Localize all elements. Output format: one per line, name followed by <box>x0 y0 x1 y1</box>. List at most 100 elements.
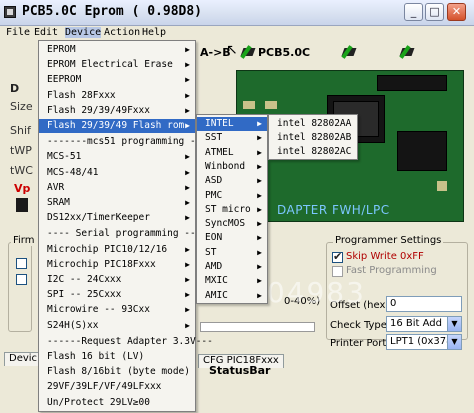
manufacturer-item-label: AMD <box>205 261 223 272</box>
menu-file[interactable]: File <box>6 27 30 38</box>
submenu-arrow-icon: ▶ <box>185 182 190 192</box>
device-menu-item-label: SPI -- 25Cxxx <box>47 289 122 301</box>
pcb-pad <box>243 101 255 109</box>
chip-item-label: intel 82802AC <box>277 146 352 157</box>
pcb-version-label: PCB5.0C <box>258 46 311 59</box>
skip-write-checkbox[interactable] <box>332 250 343 263</box>
device-menu-item[interactable]: Flash 29/39/49 Flash rom ▶ <box>39 119 195 133</box>
device-menu-item[interactable]: Flash 29/39/49Fxxx ▶ <box>39 104 195 118</box>
device-menu-item[interactable]: S24H(S)xx ▶ <box>39 319 195 333</box>
pcb-connector-top <box>377 75 447 91</box>
chip-item[interactable]: intel 82802AC <box>269 145 357 159</box>
device-menu-item-label: MCS-51 <box>47 151 82 163</box>
device-menu-item[interactable]: Flash 16 bit (LV) <box>39 350 195 364</box>
submenu-arrow-icon: ▶ <box>185 90 190 100</box>
submenu-arrow-icon: ▶ <box>185 244 190 254</box>
chip-item-label: intel 82802AB <box>277 132 352 143</box>
check-type-select[interactable]: 16 Bit Add ▼ <box>386 316 462 332</box>
device-menu-item[interactable]: ---- Serial programming ---- <box>39 227 207 241</box>
offset-input[interactable]: 0 <box>386 296 462 312</box>
maximize-button[interactable]: □ <box>425 3 444 21</box>
chip-item[interactable]: intel 82802AA <box>269 117 357 131</box>
submenu-arrow-icon: ▶ <box>185 60 190 70</box>
chip-item[interactable]: intel 82802AB <box>269 131 357 145</box>
manufacturer-item[interactable]: ASD ▶ <box>197 174 267 188</box>
submenu-arrow-icon: ▶ <box>185 290 190 300</box>
firmware-group: Firm <box>8 235 37 332</box>
device-menu-item[interactable]: MCS-51 ▶ <box>39 150 195 164</box>
program-icon[interactable] <box>342 45 356 59</box>
device-menu-item[interactable]: SRAM ▶ <box>39 196 195 210</box>
device-menu-item[interactable]: Flash 8/16bit (byte mode) <box>39 365 195 379</box>
device-menu-item[interactable]: EPROM ▶ <box>39 43 195 57</box>
menu-device[interactable]: Device <box>65 27 102 38</box>
menu-action[interactable]: Action <box>104 27 140 38</box>
submenu-arrow-icon: ▶ <box>185 305 190 315</box>
title-bar: PCB5.0C Eprom ( 0.98D8) _ □ ✕ <box>0 0 474 26</box>
submenu-arrow-icon: ▶ <box>185 45 190 54</box>
close-button[interactable]: ✕ <box>447 3 466 21</box>
minimize-button[interactable]: _ <box>404 3 423 21</box>
check-type-label: Check Type <box>330 320 387 331</box>
submenu-arrow-icon: ▶ <box>185 152 190 162</box>
device-menu-item[interactable]: DS12xx/TimerKeeper ▶ <box>39 211 195 225</box>
device-menu-item[interactable]: Un/Protect 29LV≥00 <box>39 396 195 410</box>
manufacturer-item[interactable]: AMD ▶ <box>197 260 267 274</box>
menu-edit[interactable]: Edit <box>34 27 58 38</box>
device-menu-item[interactable]: AVR ▶ <box>39 181 195 195</box>
device-menu-item-label: Flash 28Fxxx <box>47 89 116 101</box>
submenu-arrow-icon: ▶ <box>185 105 190 115</box>
submenu-arrow-icon: ▶ <box>257 276 262 286</box>
fast-programming-label: Fast Programming <box>346 265 437 276</box>
manufacturer-item[interactable]: ATMEL ▶ <box>197 146 267 160</box>
submenu-arrow-icon: ▶ <box>185 259 190 269</box>
manufacturer-item[interactable]: MXIC ▶ <box>197 274 267 288</box>
device-menu-item[interactable]: Microchip PIC10/12/16 ▶ <box>39 243 195 257</box>
device-menu-item-label: Microwire -- 93Cxx <box>47 304 150 316</box>
manufacturer-item[interactable]: Winbond ▶ <box>197 160 267 174</box>
mouse-cursor-icon: ↖ <box>226 42 238 58</box>
device-menu-item[interactable]: MCS-48/41 ▶ <box>39 166 195 180</box>
submenu-arrow-icon: ▶ <box>185 167 190 177</box>
menu-help[interactable]: Help <box>142 27 166 38</box>
manufacturer-item[interactable]: ST micro ▶ <box>197 203 267 217</box>
device-menu-item[interactable]: -------mcs51 programming --- <box>39 135 207 149</box>
device-menu-item-label: EPROM Electrical Erase <box>47 59 173 71</box>
device-menu-item-label: EPROM <box>47 44 76 55</box>
firmware-checkbox-2[interactable] <box>16 274 27 285</box>
device-menu-item-label: I2C -- 24Cxxx <box>47 274 122 285</box>
manufacturer-item-label: PMC <box>205 189 223 201</box>
submenu-arrow-icon: ▶ <box>185 198 190 207</box>
submenu-arrow-icon: ▶ <box>257 161 262 171</box>
device-menu-item-label: S24H(S)xx <box>47 319 99 331</box>
manufacturer-item[interactable]: AMIC ▶ <box>197 289 267 303</box>
device-menu-item[interactable]: 29VF/39LF/VF/49LFxxx <box>39 380 195 394</box>
device-menu-item[interactable]: ------Request Adapter 3.3V--- <box>39 335 213 349</box>
device-menu-item[interactable]: I2C -- 24Cxxx ▶ <box>39 273 195 287</box>
device-menu-item[interactable]: EPROM Electrical Erase ▶ <box>39 58 195 72</box>
verify-icon[interactable] <box>400 45 414 59</box>
submenu-arrow-icon: ▶ <box>185 213 190 223</box>
vp-label: Vp <box>14 182 31 195</box>
manufacturer-item[interactable]: ST ▶ <box>197 246 267 260</box>
manufacturer-item-label: EON <box>205 232 223 244</box>
device-menu-item[interactable]: Flash 28Fxxx ▶ <box>39 89 195 103</box>
chevron-down-icon[interactable]: ▼ <box>447 317 461 331</box>
manufacturer-item[interactable]: EON ▶ <box>197 231 267 245</box>
chip-icon[interactable] <box>241 45 255 59</box>
submenu-arrow-icon: ▶ <box>185 275 190 284</box>
device-menu-item[interactable]: Microwire -- 93Cxx ▶ <box>39 303 195 317</box>
manufacturer-item-label: AMIC <box>205 289 228 301</box>
tab-device[interactable]: Devic <box>4 352 43 366</box>
manufacturer-item[interactable]: INTEL ▶ <box>197 117 267 131</box>
manufacturer-item[interactable]: SyncMOS ▶ <box>197 217 267 231</box>
submenu-arrow-icon: ▶ <box>257 233 262 243</box>
device-menu-item[interactable]: SPI -- 25Cxxx ▶ <box>39 288 195 302</box>
firmware-checkbox-1[interactable] <box>16 258 27 269</box>
device-menu-item[interactable]: Microchip PIC18Fxxx ▶ <box>39 258 195 272</box>
device-menu-item[interactable]: EEPROM ▶ <box>39 73 195 87</box>
manufacturer-item[interactable]: PMC ▶ <box>197 189 267 203</box>
printer-port-select[interactable]: LPT1 (0x378) ▼ <box>386 334 462 350</box>
chevron-down-icon[interactable]: ▼ <box>447 335 461 349</box>
manufacturer-item[interactable]: SST ▶ <box>197 131 267 145</box>
